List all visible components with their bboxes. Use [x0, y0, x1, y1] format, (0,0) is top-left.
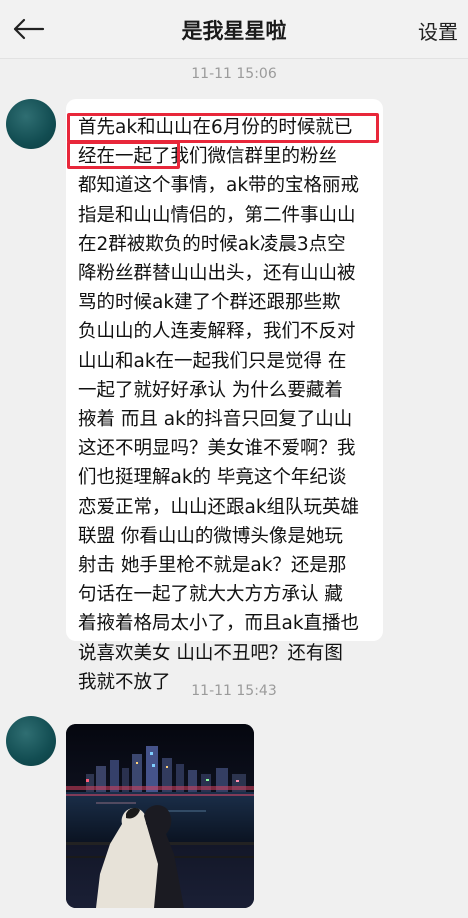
night-city-photo — [66, 724, 254, 908]
avatar[interactable] — [6, 99, 56, 149]
chat-title: 是我星星啦 — [181, 19, 287, 43]
settings-button[interactable]: 设置 — [418, 16, 458, 45]
message-timestamp: 11-11 15:06 — [191, 66, 277, 82]
highlight-box — [67, 141, 180, 169]
message-timestamp: 11-11 15:43 — [191, 683, 277, 699]
message-text: 首先ak和山山在6月份的时候就已 经在一起了我们微信群里的粉丝 都知道这个事情，… — [78, 117, 360, 693]
chat-header: 是我星星啦 设置 — [0, 0, 468, 59]
highlight-box — [67, 113, 379, 143]
avatar[interactable] — [6, 716, 56, 766]
image-message[interactable] — [66, 724, 254, 908]
message-bubble[interactable]: 首先ak和山山在6月份的时候就已 经在一起了我们微信群里的粉丝 都知道这个事情，… — [66, 99, 383, 693]
